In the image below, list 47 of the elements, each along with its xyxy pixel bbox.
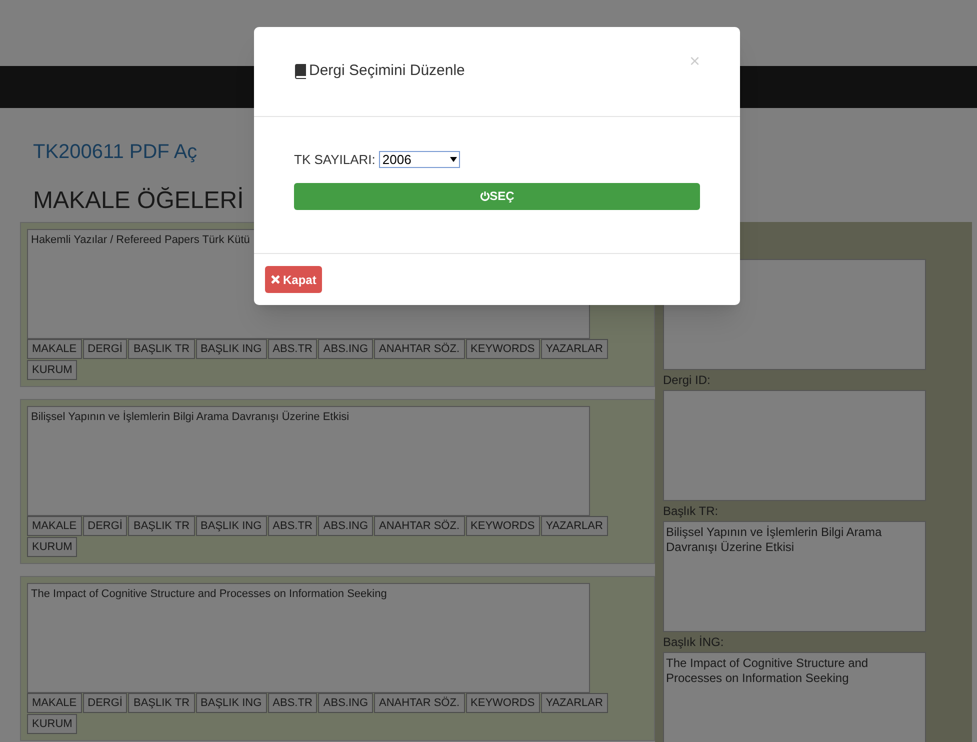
field-label: Başlık İNG: bbox=[663, 635, 725, 649]
tag-button[interactable]: ABS.TR bbox=[268, 339, 318, 359]
page-heading: MAKALE ÖĞELERİ bbox=[33, 186, 244, 216]
text-area[interactable]: Bilişsel Yapının ve İşlemlerin Bilgi Arama Davranışı Üzerine Etkisi bbox=[663, 521, 926, 632]
tag-button[interactable]: KEYWORDS bbox=[466, 693, 540, 713]
tag-button[interactable]: ANAHTAR SÖZ. bbox=[374, 339, 465, 359]
tag-button[interactable]: KURUM bbox=[27, 360, 78, 380]
text-area[interactable]: The Impact of Cognitive Structure and Processes on Information Seeking bbox=[27, 583, 590, 693]
tag-button[interactable]: ABS.TR bbox=[268, 693, 318, 713]
power-icon bbox=[480, 191, 490, 201]
close-icon bbox=[271, 275, 280, 284]
field-label: TK SAYILARI: bbox=[294, 151, 376, 169]
tag-button[interactable]: KEYWORDS bbox=[466, 516, 540, 536]
caret-icon bbox=[450, 157, 458, 162]
tag-button[interactable]: ABS.ING bbox=[318, 516, 374, 536]
tag-button[interactable]: ABS.ING bbox=[318, 339, 374, 359]
field-label: Dergi ID: bbox=[663, 373, 712, 387]
tag-button[interactable]: KURUM bbox=[27, 537, 78, 557]
tag-button[interactable]: MAKALE bbox=[27, 693, 82, 713]
tag-button[interactable]: KURUM bbox=[27, 714, 78, 734]
tag-button[interactable]: KEYWORDS bbox=[466, 339, 540, 359]
modal-title: Dergi Seçimini Düzenle bbox=[309, 61, 465, 82]
tag-button[interactable]: YAZARLAR bbox=[540, 516, 608, 536]
text-area[interactable]: Bilişsel Yapının ve İşlemlerin Bilgi Arama Davranışı Üzerine Etkisi bbox=[27, 406, 590, 516]
tag-button[interactable]: ABS.TR bbox=[268, 516, 318, 536]
tag-button[interactable]: ANAHTAR SÖZ. bbox=[374, 516, 465, 536]
tag-button[interactable]: DERGİ bbox=[82, 516, 128, 536]
tag-button[interactable]: ABS.ING bbox=[318, 693, 374, 713]
tag-button[interactable]: BAŞLIK ING bbox=[196, 693, 267, 713]
tag-button[interactable]: BAŞLIK TR bbox=[128, 339, 195, 359]
tag-button[interactable]: BAŞLIK TR bbox=[128, 516, 195, 536]
select-button[interactable]: SEÇ bbox=[294, 182, 700, 210]
tag-button[interactable]: YAZARLAR bbox=[540, 693, 608, 713]
close-dialog-button[interactable]: Kapat bbox=[265, 266, 322, 293]
tag-button[interactable]: ANAHTAR SÖZ. bbox=[374, 693, 465, 713]
tag-button[interactable]: MAKALE bbox=[27, 339, 82, 359]
tag-button[interactable]: YAZARLAR bbox=[540, 339, 608, 359]
book-icon bbox=[294, 64, 307, 79]
field-label: Başlık TR: bbox=[663, 504, 720, 518]
year-select[interactable]: 2006 bbox=[379, 151, 460, 168]
tag-button[interactable]: DERGİ bbox=[82, 339, 128, 359]
tag-button[interactable]: DERGİ bbox=[82, 693, 128, 713]
tag-button[interactable]: BAŞLIK ING bbox=[196, 339, 267, 359]
text-area[interactable]: The Impact of Cognitive Structure and Processes on Information Seeking bbox=[663, 652, 926, 742]
tag-button[interactable]: BAŞLIK ING bbox=[196, 516, 267, 536]
tag-button[interactable]: MAKALE bbox=[27, 516, 82, 536]
tag-button[interactable]: BAŞLIK TR bbox=[128, 693, 195, 713]
